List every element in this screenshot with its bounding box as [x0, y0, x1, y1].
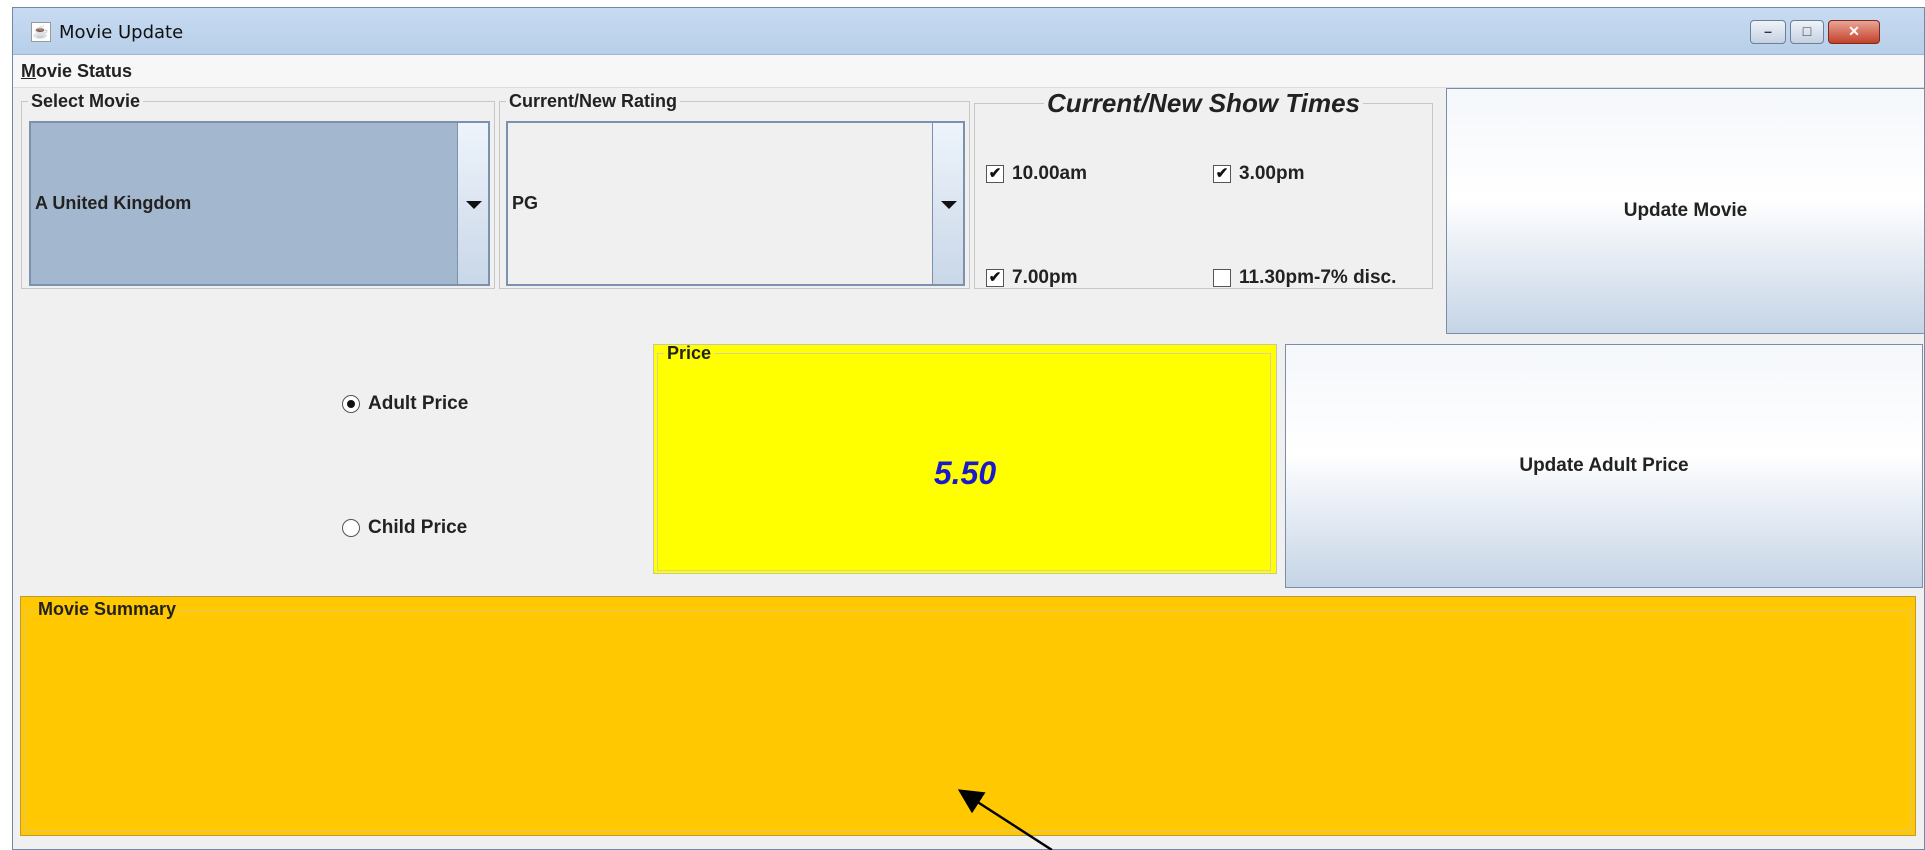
annotation-arrow-icon	[957, 789, 1053, 850]
